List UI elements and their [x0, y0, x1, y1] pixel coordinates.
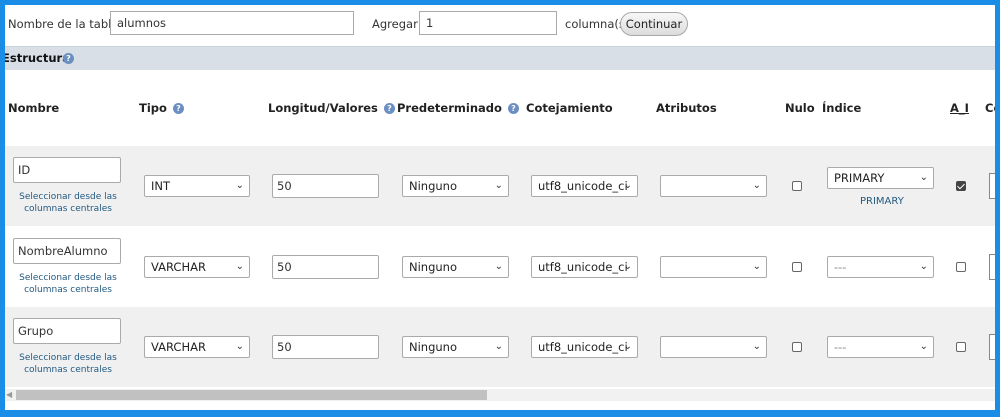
- auto-increment-checkbox[interactable]: [956, 181, 966, 191]
- create-table-form: Nombre de la tabla: Agregar columna(s) C…: [5, 5, 995, 410]
- index-select[interactable]: PRIMARY ⌄: [827, 167, 934, 189]
- column-definition-row: Seleccionar desde las columnas centrales…: [5, 227, 995, 307]
- collation-select[interactable]: utf8_unicode_ci ⌄: [531, 256, 638, 278]
- default-select[interactable]: Ninguno ⌄: [402, 336, 509, 358]
- auto-increment-checkbox[interactable]: [956, 342, 966, 352]
- header-next-column: Co: [985, 101, 995, 115]
- next-column-field[interactable]: [989, 334, 995, 360]
- auto-increment-checkbox[interactable]: [956, 262, 966, 272]
- header-index: Índice: [822, 101, 862, 115]
- horizontal-scrollbar[interactable]: ◀: [5, 389, 995, 401]
- chevron-down-icon: ⌄: [494, 341, 503, 352]
- help-icon[interactable]: ?: [63, 53, 74, 64]
- default-select-value: Ninguno: [409, 340, 457, 354]
- table-name-bar: Nombre de la tabla: Agregar columna(s) C…: [5, 5, 995, 45]
- null-checkbox[interactable]: [792, 181, 802, 191]
- chevron-down-icon: ⌄: [752, 341, 761, 352]
- type-select[interactable]: VARCHAR ⌄: [144, 256, 250, 278]
- chevron-down-icon: ⌄: [752, 261, 761, 272]
- chevron-down-icon: ⌄: [623, 261, 632, 272]
- type-select-value: VARCHAR: [151, 260, 206, 274]
- help-icon[interactable]: ?: [172, 103, 184, 114]
- header-length-label: Longitud/Valores: [268, 101, 378, 115]
- index-select-value: ---: [834, 340, 847, 354]
- default-select-value: Ninguno: [409, 179, 457, 193]
- header-null: Nulo: [785, 101, 815, 115]
- column-definition-row: Seleccionar desde las columnas centrales…: [5, 307, 995, 387]
- attributes-select[interactable]: ⌄: [660, 256, 767, 278]
- next-column-field[interactable]: [989, 254, 995, 280]
- attributes-select[interactable]: ⌄: [660, 336, 767, 358]
- chevron-down-icon: ⌄: [235, 180, 244, 191]
- length-input[interactable]: [272, 255, 379, 279]
- header-type-label: Tipo: [139, 101, 167, 115]
- table-name-label: Nombre de la tabla:: [8, 17, 123, 31]
- chevron-down-icon: ⌄: [752, 180, 761, 191]
- header-attributes: Atributos: [656, 101, 717, 115]
- select-central-columns-link[interactable]: Seleccionar desde las columnas centrales: [15, 272, 121, 296]
- type-select[interactable]: VARCHAR ⌄: [144, 336, 250, 358]
- chevron-down-icon: ⌄: [623, 180, 632, 191]
- index-select[interactable]: --- ⌄: [827, 336, 934, 358]
- index-select-value: ---: [834, 260, 847, 274]
- type-select[interactable]: INT ⌄: [144, 175, 250, 197]
- default-select-value: Ninguno: [409, 260, 457, 274]
- continue-button[interactable]: Continuar: [620, 12, 688, 36]
- default-select[interactable]: Ninguno ⌄: [402, 256, 509, 278]
- column-name-input[interactable]: [13, 157, 121, 183]
- collation-select[interactable]: utf8_unicode_ci ⌄: [531, 175, 638, 197]
- chevron-down-icon: ⌄: [494, 261, 503, 272]
- structure-title: Estructura: [5, 51, 70, 65]
- header-type: Tipo?: [139, 101, 184, 115]
- chevron-down-icon: ⌄: [919, 261, 928, 272]
- add-columns-count-input[interactable]: [419, 11, 557, 35]
- collation-select[interactable]: utf8_unicode_ci ⌄: [531, 336, 638, 358]
- chevron-down-icon: ⌄: [919, 341, 928, 352]
- add-columns-label: Agregar: [372, 17, 418, 31]
- null-checkbox[interactable]: [792, 342, 802, 352]
- header-collation: Cotejamiento: [526, 101, 613, 115]
- header-default: Predeterminado?: [397, 101, 519, 115]
- collation-select-value: utf8_unicode_ci: [538, 260, 628, 274]
- table-name-input[interactable]: [110, 11, 354, 35]
- column-name-input[interactable]: [13, 238, 121, 264]
- chevron-down-icon: ⌄: [494, 180, 503, 191]
- help-icon[interactable]: ?: [507, 103, 519, 114]
- chevron-down-icon: ⌄: [623, 341, 632, 352]
- index-select-value: PRIMARY: [834, 171, 885, 185]
- length-input[interactable]: [272, 335, 379, 359]
- null-checkbox[interactable]: [792, 262, 802, 272]
- collation-select-value: utf8_unicode_ci: [538, 340, 628, 354]
- next-column-field[interactable]: [989, 173, 995, 199]
- header-name: Nombre: [8, 101, 60, 115]
- header-length: Longitud/Valores?: [268, 101, 395, 115]
- chevron-down-icon: ⌄: [919, 172, 928, 183]
- index-select[interactable]: --- ⌄: [827, 256, 934, 278]
- scroll-left-arrow-icon[interactable]: ◀: [6, 389, 12, 401]
- header-default-label: Predeterminado: [397, 101, 502, 115]
- select-central-columns-link[interactable]: Seleccionar desde las columnas centrales: [15, 191, 121, 215]
- column-name-input[interactable]: [13, 318, 121, 344]
- scrollbar-thumb[interactable]: [16, 390, 487, 400]
- collation-select-value: utf8_unicode_ci: [538, 179, 628, 193]
- chevron-down-icon: ⌄: [235, 341, 244, 352]
- help-icon[interactable]: ?: [383, 103, 395, 114]
- default-select[interactable]: Ninguno ⌄: [402, 175, 509, 197]
- select-central-columns-link[interactable]: Seleccionar desde las columnas centrales: [15, 352, 121, 376]
- structure-section-header: Estructura ?: [5, 46, 995, 70]
- attributes-select[interactable]: ⌄: [660, 175, 767, 197]
- type-select-value: VARCHAR: [151, 340, 206, 354]
- length-input[interactable]: [272, 174, 379, 198]
- type-select-value: INT: [151, 179, 171, 193]
- header-auto-increment[interactable]: A_I: [950, 101, 969, 115]
- index-note-label: PRIMARY: [860, 196, 904, 207]
- chevron-down-icon: ⌄: [235, 261, 244, 272]
- column-definition-row: Seleccionar desde las columnas centrales…: [5, 146, 995, 226]
